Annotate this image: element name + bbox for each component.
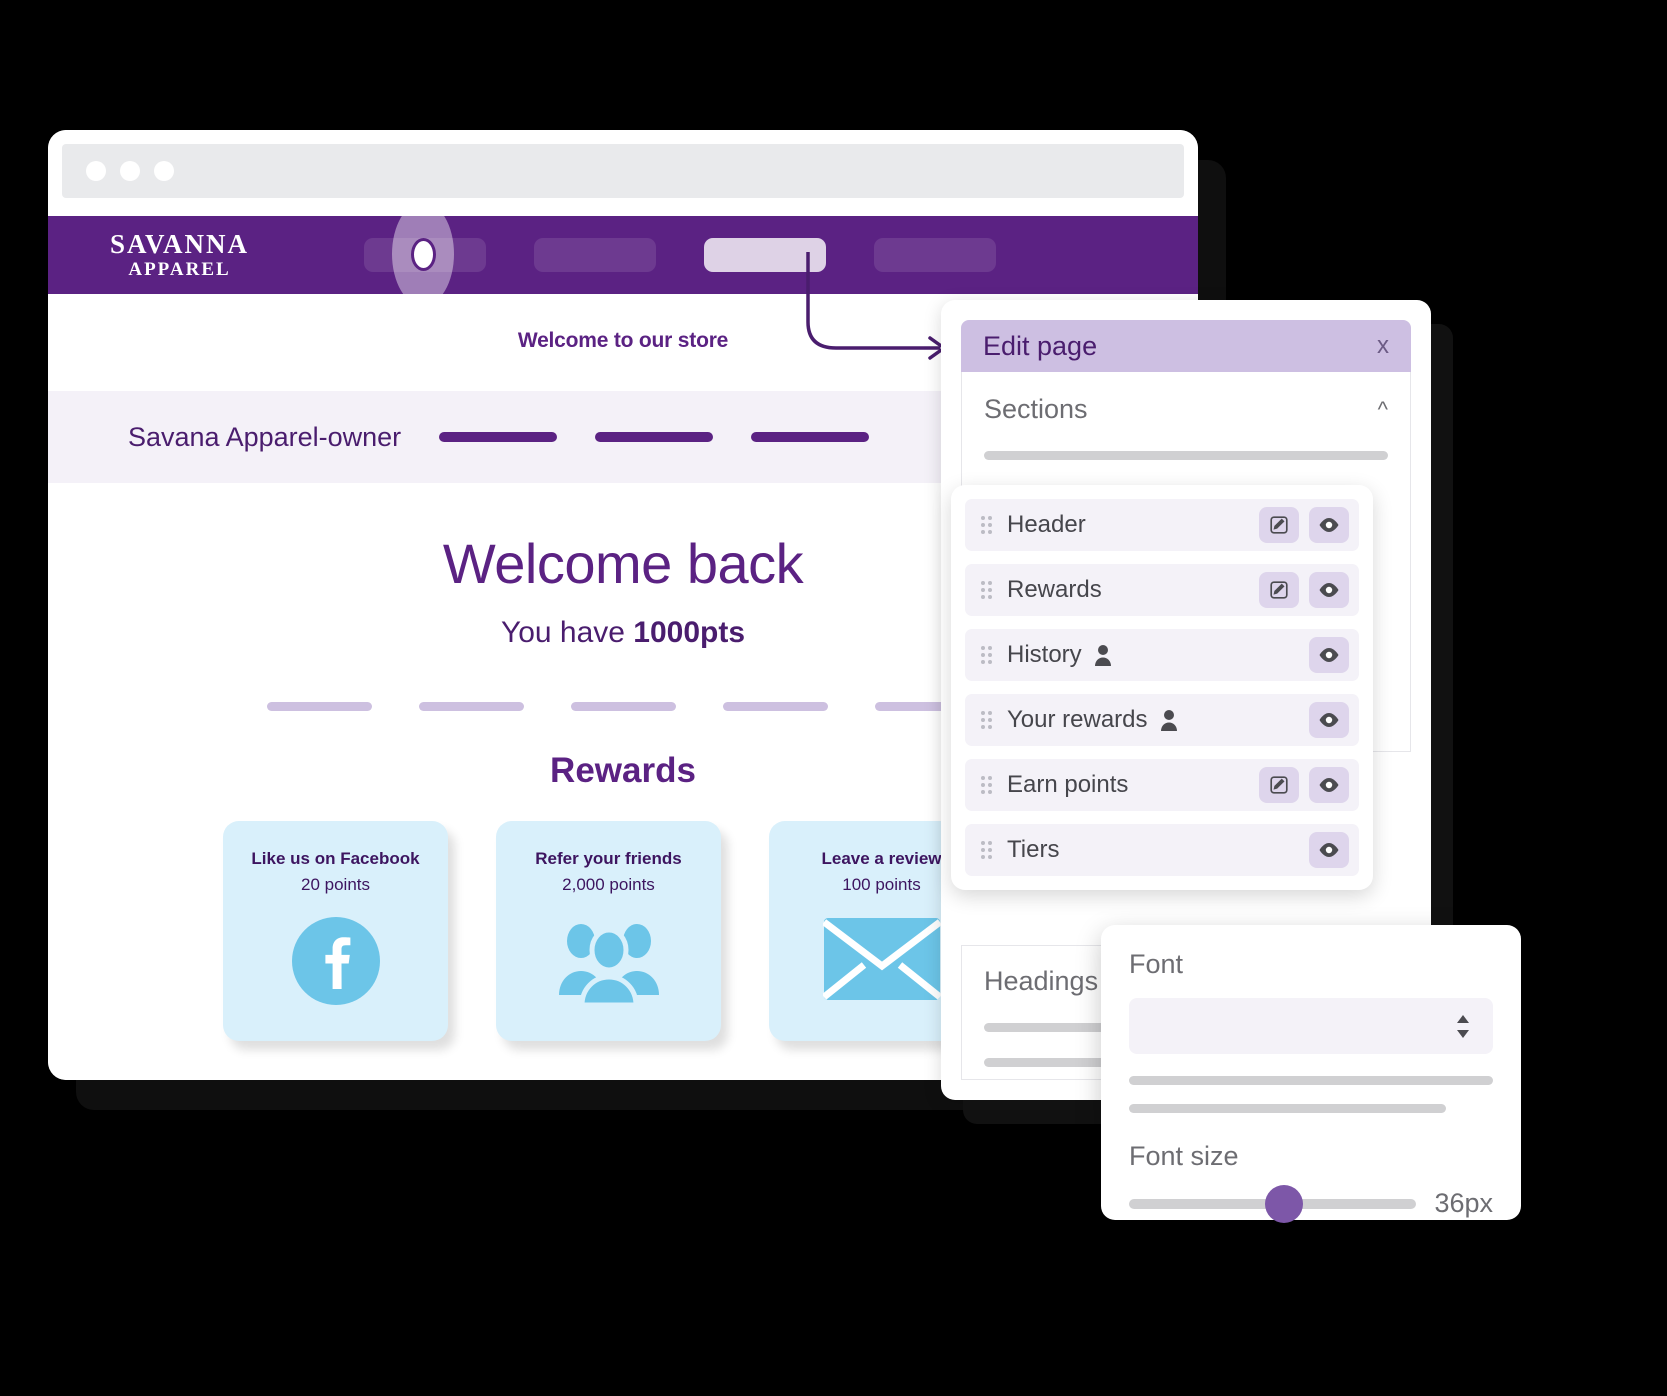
- subbar-placeholder-3: [751, 432, 870, 442]
- store-owner-label: Savana Apparel-owner: [128, 421, 402, 452]
- section-label: Header: [1007, 511, 1086, 538]
- drag-handle-icon[interactable]: [981, 516, 993, 534]
- eye-icon[interactable]: [1309, 507, 1349, 543]
- section-label: Rewards: [1007, 576, 1102, 603]
- font-placeholder-line-2: [1129, 1104, 1446, 1113]
- traffic-light-close-icon[interactable]: [86, 161, 106, 181]
- eye-icon[interactable]: [1309, 637, 1349, 673]
- reward-card-title: Refer your friends: [535, 849, 682, 868]
- font-size-slider-row: 36px: [1129, 1184, 1493, 1223]
- reward-card-points: 20 points: [301, 875, 370, 894]
- font-size-slider[interactable]: [1129, 1184, 1417, 1223]
- subbar-placeholder-1: [439, 432, 558, 442]
- drag-handle-icon[interactable]: [981, 841, 993, 859]
- points-prefix: You have: [500, 616, 634, 649]
- placeholder-pill: [418, 702, 524, 711]
- eye-icon[interactable]: [1309, 832, 1349, 868]
- edit-page-header: Edit page x: [961, 320, 1411, 372]
- section-row-history[interactable]: History: [965, 629, 1359, 681]
- section-row-your-rewards[interactable]: Your rewards: [965, 694, 1359, 746]
- font-panel-title: Font: [1129, 949, 1184, 979]
- drag-handle-icon[interactable]: [981, 646, 993, 664]
- drag-handle-icon[interactable]: [981, 776, 993, 794]
- font-panel: Font Font size 36px: [1101, 925, 1521, 1223]
- edit-page-title: Edit page: [983, 330, 1098, 361]
- eye-icon[interactable]: [1309, 572, 1349, 608]
- section-label: History: [1007, 641, 1082, 668]
- store-logo-secondary: APPAREL: [128, 259, 231, 281]
- reward-card-points: 2,000 points: [562, 875, 655, 894]
- subbar-placeholder-2: [595, 432, 714, 442]
- font-size-label: Font size: [1129, 1141, 1239, 1171]
- edit-icon[interactable]: [1259, 767, 1299, 803]
- edit-icon[interactable]: [1259, 572, 1299, 608]
- section-row-rewards[interactable]: Rewards: [965, 564, 1359, 616]
- font-placeholder-line-1: [1129, 1076, 1493, 1085]
- person-icon: [1160, 709, 1178, 731]
- traffic-light-minimize-icon[interactable]: [120, 161, 140, 181]
- placeholder-pill: [722, 702, 828, 711]
- traffic-light-maximize-icon[interactable]: [154, 161, 174, 181]
- storefront-navbar: SAVANNA APPAREL: [48, 202, 1198, 306]
- font-size-value: 36px: [1434, 1188, 1493, 1218]
- sections-header[interactable]: Sections ^: [984, 394, 1388, 425]
- section-row-tiers[interactable]: Tiers: [965, 824, 1359, 876]
- reward-card-referral[interactable]: Refer your friends 2,000 points: [496, 821, 721, 1041]
- cursor-pointer-icon: [392, 202, 454, 306]
- font-family-select[interactable]: [1129, 998, 1493, 1054]
- section-row-header[interactable]: Header: [965, 499, 1359, 551]
- eye-icon[interactable]: [1309, 767, 1349, 803]
- nav-item-2[interactable]: [534, 238, 657, 272]
- slider-thumb[interactable]: [1265, 1184, 1304, 1223]
- section-label: Your rewards: [1007, 706, 1148, 733]
- people-group-icon: [496, 917, 721, 1005]
- cursor-ring-icon: [410, 237, 436, 271]
- facebook-icon: [223, 917, 448, 1005]
- sections-title: Sections: [984, 394, 1088, 424]
- placeholder-pill: [266, 702, 372, 711]
- font-placeholder-lines: [1129, 1076, 1493, 1113]
- chevron-up-icon[interactable]: ^: [1378, 397, 1388, 423]
- chevron-updown-icon: [1455, 1014, 1471, 1038]
- edit-icon[interactable]: [1259, 507, 1299, 543]
- points-value: 1000pts: [633, 616, 746, 649]
- person-icon: [1094, 644, 1112, 666]
- section-row-earn-points[interactable]: Earn points: [965, 759, 1359, 811]
- store-logo-primary: SAVANNA: [110, 228, 250, 259]
- sections-list-card: Header Rewards History Your rewards Earn…: [951, 485, 1373, 890]
- drag-handle-icon[interactable]: [981, 581, 993, 599]
- sections-placeholder-line-1: [984, 451, 1388, 460]
- section-label: Tiers: [1007, 836, 1060, 863]
- eye-icon[interactable]: [1309, 702, 1349, 738]
- close-icon[interactable]: x: [1377, 332, 1389, 360]
- section-label: Earn points: [1007, 771, 1129, 798]
- drag-handle-icon[interactable]: [981, 711, 993, 729]
- placeholder-pill: [570, 702, 676, 711]
- screenshot-root: SAVANNA APPAREL Welcome to our store Sav…: [0, 0, 1667, 1396]
- reward-card-facebook[interactable]: Like us on Facebook 20 points: [223, 821, 448, 1041]
- store-logo: SAVANNA APPAREL: [110, 230, 249, 280]
- reward-card-title: Like us on Facebook: [251, 849, 420, 868]
- browser-titlebar: [62, 144, 1184, 198]
